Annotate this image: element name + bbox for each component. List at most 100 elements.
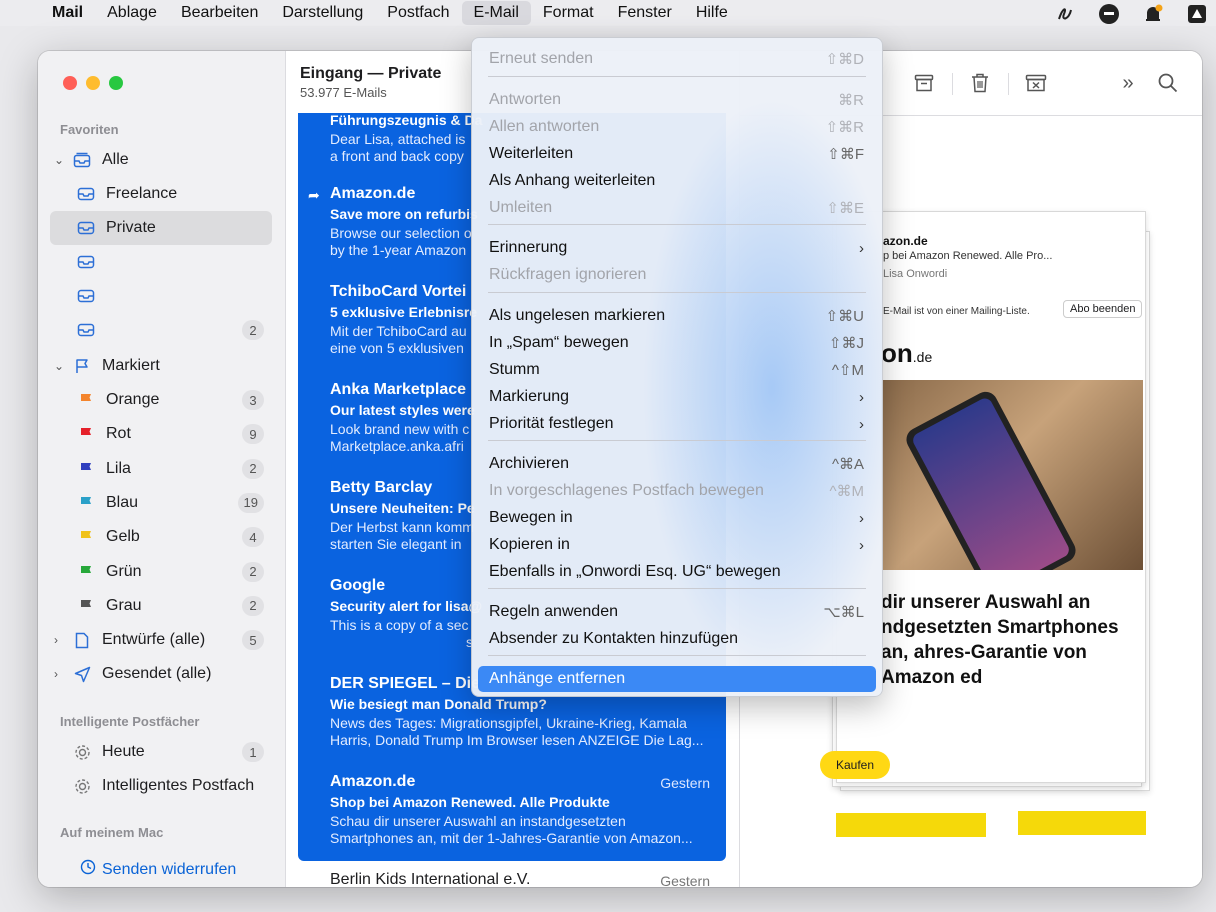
unread-badge: 2 [242, 320, 264, 340]
menu-separator [488, 292, 866, 293]
menu-item-label: Erinnerung [489, 239, 568, 256]
sidebar-item-flag-lila[interactable]: Lila 2 [50, 452, 272, 486]
menu-hilfe[interactable]: Hilfe [684, 0, 740, 26]
menu-shortcut: ⇧⌘R [825, 119, 864, 136]
preview-logo: on.de [881, 338, 933, 368]
message-date: Gestern [660, 775, 710, 791]
sidebar-item-flag-grau[interactable]: Grau 2 [50, 589, 272, 623]
chevron-down-icon[interactable]: ⌄ [54, 153, 66, 167]
gear-icon [72, 744, 92, 761]
menu-item-ebenfalls-in-onwordi-esq-ug-bewegen[interactable]: Ebenfalls in „Onwordi Esq. UG“ bewegen [478, 559, 876, 585]
sidebar-item-gesendet[interactable]: › Gesendet (alle) [50, 657, 272, 691]
paper-plane-icon [72, 666, 92, 683]
menu-item-markierung[interactable]: Markierung › [478, 384, 876, 410]
menu-item-bewegen-in[interactable]: Bewegen in › [478, 505, 876, 531]
menu-item-weiterleiten[interactable]: Weiterleiten ⇧⌘F [478, 141, 876, 167]
unsubscribe-button[interactable]: Abo beenden [1063, 300, 1143, 318]
sidebar-item-heute[interactable]: Heute 1 [50, 735, 272, 769]
preview-yellow-block [1018, 811, 1146, 835]
menu-item-anhänge-entfernen[interactable]: Anhänge entfernen [478, 666, 876, 692]
zoom-window-button[interactable] [109, 76, 123, 90]
inbox-icon [76, 187, 96, 201]
more-toolbar-icon[interactable]: » [1114, 69, 1142, 97]
menu-shortcut: ^⌘A [831, 456, 864, 473]
sidebar-item-flag-blau[interactable]: Blau 19 [50, 486, 272, 520]
menu-item-label: Umleiten [489, 199, 553, 216]
message-row[interactable]: Amazon.de Gestern Shop bei Amazon Renewe… [330, 773, 710, 847]
preview-sender: azon.de [883, 234, 928, 248]
sidebar-item-alle[interactable]: ⌄ Alle [50, 143, 272, 177]
menu-format[interactable]: Format [531, 0, 606, 26]
buy-button[interactable]: Kaufen [820, 751, 890, 779]
sidebar: Favoriten ⌄ Alle Freelance Private 2 ⌄ M… [38, 51, 286, 887]
sidebar-item-flag-gelb[interactable]: Gelb 4 [50, 520, 272, 554]
chevron-down-icon[interactable]: ⌄ [54, 359, 66, 373]
sidebar-item-label: Heute [102, 743, 145, 760]
menu-shortcut: ⇧⌘F [827, 146, 864, 163]
chevron-right-icon[interactable]: › [54, 633, 66, 647]
sidebar-item-flag-rot[interactable]: Rot 9 [50, 417, 272, 451]
sidebar-item-freelance[interactable]: Freelance [50, 177, 272, 211]
menu-ablage[interactable]: Ablage [95, 0, 169, 26]
menu-item-regeln-anwenden[interactable]: Regeln anwenden ⌥⌘L [478, 599, 876, 625]
menu-app-mail[interactable]: Mail [48, 0, 95, 26]
minimize-window-button[interactable] [86, 76, 100, 90]
menu-item-als-anhang-weiterleiten[interactable]: Als Anhang weiterleiten [478, 168, 876, 194]
menu-item-archivieren[interactable]: Archivieren ^⌘A [478, 451, 876, 477]
undo-send-label: Senden widerrufen [102, 860, 237, 878]
undo-send-button[interactable]: Senden widerrufen [80, 859, 236, 880]
menu-darstellung[interactable]: Darstellung [270, 0, 375, 26]
scribble-icon[interactable] [1054, 4, 1076, 29]
drive-icon[interactable] [1186, 4, 1208, 29]
menu-item-kopieren-in[interactable]: Kopieren in › [478, 532, 876, 558]
chevron-right-icon[interactable]: › [54, 667, 66, 681]
sidebar-item-inbox-5[interactable]: 2 [50, 313, 272, 347]
sidebar-item-markiert[interactable]: ⌄ Markiert [50, 349, 272, 383]
sidebar-item-inbox-3[interactable] [50, 245, 272, 279]
menu-item-label: Weiterleiten [489, 145, 574, 162]
sidebar-item-private[interactable]: Private [50, 211, 272, 245]
agent-icon[interactable] [1098, 3, 1120, 30]
menu-item-stumm[interactable]: Stumm ^⇧M [478, 357, 876, 383]
menu-item-als-ungelesen-markieren[interactable]: Als ungelesen markieren ⇧⌘U [478, 303, 876, 329]
sidebar-item-intelligentes-postfach[interactable]: Intelligentes Postfach [50, 769, 272, 803]
menu-item-absender-zu-kontakten-hinzufügen[interactable]: Absender zu Kontakten hinzufügen [478, 626, 876, 652]
submenu-chevron-icon: › [859, 536, 864, 554]
menu-bar: Mail Ablage Bearbeiten Darstellung Postf… [0, 0, 1216, 26]
menu-item-antworten[interactable]: Antworten ⌘R [478, 87, 876, 113]
menu-shortcut: ⇧⌘D [825, 51, 864, 68]
menu-bearbeiten[interactable]: Bearbeiten [169, 0, 270, 26]
menu-item-priorität-festlegen[interactable]: Priorität festlegen › [478, 411, 876, 437]
junk-icon[interactable] [1022, 69, 1050, 97]
archive-icon[interactable] [910, 69, 938, 97]
submenu-chevron-icon: › [859, 388, 864, 406]
submenu-chevron-icon: › [859, 509, 864, 527]
inbox-icon [76, 289, 96, 303]
menu-item-umleiten[interactable]: Umleiten ⇧⌘E [478, 195, 876, 221]
menu-item-erinnerung[interactable]: Erinnerung › [478, 235, 876, 261]
menu-postfach[interactable]: Postfach [375, 0, 461, 26]
menu-item-erneut-senden[interactable]: Erneut senden ⇧⌘D [478, 46, 876, 72]
sidebar-item-label: Orange [106, 391, 160, 408]
sidebar-item-flag-orange[interactable]: Orange 3 [50, 383, 272, 417]
trash-icon[interactable] [966, 69, 994, 97]
menu-shortcut: ⇧⌘U [825, 308, 864, 325]
sidebar-item-label: Intelligentes Postfach [102, 777, 255, 794]
close-window-button[interactable] [63, 76, 77, 90]
search-icon[interactable] [1154, 69, 1182, 97]
menu-fenster[interactable]: Fenster [606, 0, 684, 26]
on-my-mac-title: Auf meinem Mac [60, 825, 164, 840]
count-badge: 3 [242, 390, 264, 410]
message-preview: Smartphones an, mit der 1-Jahres-Garanti… [330, 830, 693, 846]
sidebar-item-inbox-4[interactable] [50, 279, 272, 313]
smart-mailboxes-title: Intelligente Postfächer [60, 714, 200, 729]
message-row[interactable]: Berlin Kids International e.V. Gestern [330, 871, 710, 887]
menu-email[interactable]: E-Mail [461, 1, 531, 25]
menu-item-allen-antworten[interactable]: Allen antworten ⇧⌘R [478, 114, 876, 140]
sidebar-item-flag-gruen[interactable]: Grün 2 [50, 555, 272, 589]
sidebar-item-entwuerfe[interactable]: › Entwürfe (alle) 5 [50, 623, 272, 657]
menu-item-in-vorgeschlagenes-postfach-bewegen[interactable]: In vorgeschlagenes Postfach bewegen ^⌘M [478, 478, 876, 504]
menu-item-rückfragen-ignorieren[interactable]: Rückfragen ignorieren [478, 262, 876, 288]
menu-item-in-spam-bewegen[interactable]: In „Spam“ bewegen ⇧⌘J [478, 330, 876, 356]
notification-bell-icon[interactable] [1142, 3, 1164, 30]
